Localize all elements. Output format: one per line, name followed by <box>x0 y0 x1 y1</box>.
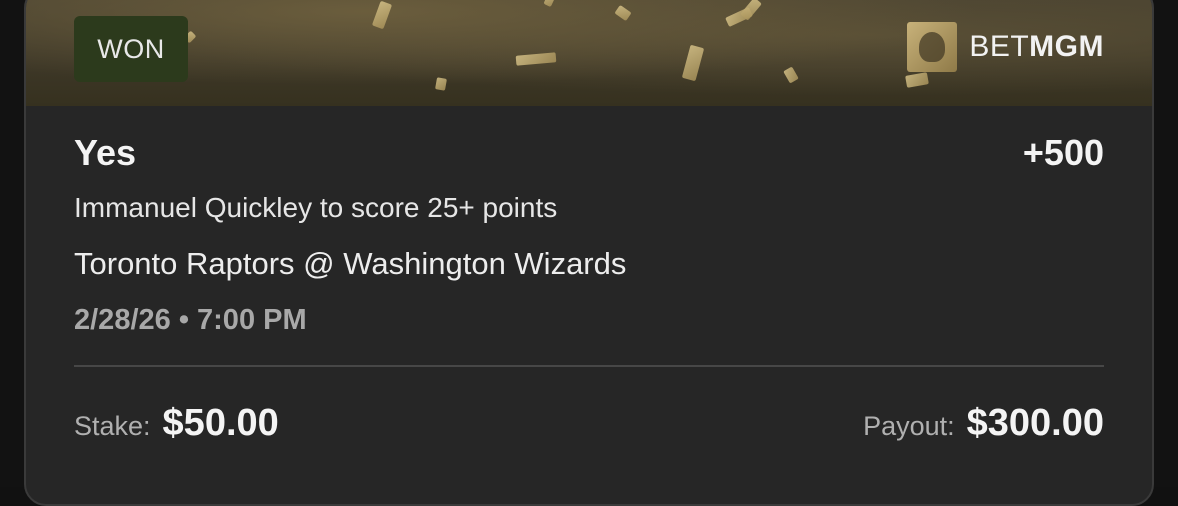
event-datetime: 2/28/26 • 7:00 PM <box>74 304 307 336</box>
confetti-decoration <box>681 44 705 82</box>
confetti-decoration <box>783 66 799 84</box>
stake-label: Stake: <box>74 411 151 441</box>
celebration-banner: WON BETMGM <box>26 0 1152 106</box>
confetti-decoration <box>740 0 762 21</box>
confetti-decoration <box>905 72 929 88</box>
confetti-decoration <box>371 0 393 30</box>
divider <box>74 365 1104 367</box>
bet-slip-card[interactable]: WON BETMGM Yes +500 Immanuel Quickley to… <box>24 0 1154 506</box>
payout-label: Payout: <box>863 411 955 441</box>
brand-suffix: MGM <box>1029 30 1104 63</box>
event-name: Toronto Raptors @ Washington Wizards <box>74 246 627 281</box>
confetti-decoration <box>614 4 632 22</box>
bet-selection: Yes <box>74 132 137 173</box>
confetti-decoration <box>435 77 447 91</box>
bet-odds: +500 <box>1022 132 1104 173</box>
payout-value: $300.00 <box>966 402 1104 444</box>
stake-row: Stake: $50.00 <box>74 402 279 445</box>
bet-market: Immanuel Quickley to score 25+ points <box>74 192 558 223</box>
betmgm-lion-icon <box>907 22 958 72</box>
confetti-decoration <box>515 52 557 66</box>
brand-logo: BETMGM <box>907 22 1104 72</box>
payout-row: Payout: $300.00 <box>863 402 1104 445</box>
stake-value: $50.00 <box>162 402 279 444</box>
brand-prefix: BET <box>969 30 1030 63</box>
screen: WON BETMGM Yes +500 Immanuel Quickley to… <box>0 0 1178 506</box>
confetti-decoration <box>543 0 557 8</box>
brand-name: BETMGM <box>969 30 1104 64</box>
status-badge: WON <box>74 16 188 82</box>
